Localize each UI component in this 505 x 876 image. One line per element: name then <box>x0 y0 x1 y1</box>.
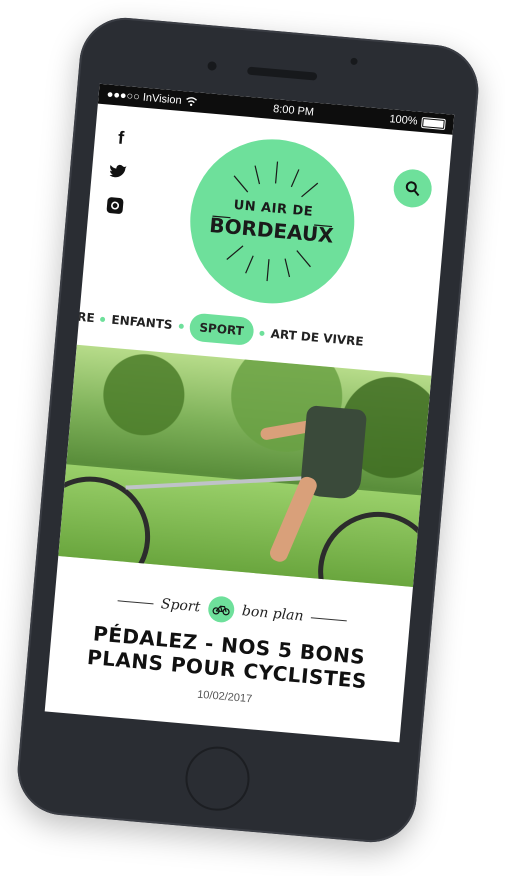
nav-item-sport[interactable]: SPORT <box>188 312 255 347</box>
stage: ●●●○○ InVision 8:00 PM 100% f UN AIR DE … <box>0 0 505 876</box>
nav-item-art-de-vivre[interactable]: ART DE VIVRE <box>270 327 364 349</box>
tag-divider-left <box>117 599 154 604</box>
wifi-icon <box>186 97 198 107</box>
home-button[interactable] <box>182 744 253 814</box>
tag-divider-right <box>311 616 348 621</box>
status-right: 100% <box>389 113 446 130</box>
bike-icon <box>206 595 236 624</box>
search-icon <box>405 181 420 197</box>
search-button[interactable] <box>392 167 434 210</box>
hero-image[interactable] <box>58 344 432 587</box>
nav-separator <box>178 323 184 329</box>
status-time: 8:00 PM <box>272 102 315 119</box>
phone-speaker <box>246 66 318 81</box>
carrier-label: ●●●○○ InVision <box>106 88 183 107</box>
nav-separator <box>100 316 106 322</box>
phone-sensor <box>207 61 217 71</box>
twitter-icon[interactable] <box>107 161 129 183</box>
site-logo[interactable]: UN AIR DE BORDEAUX <box>183 132 362 311</box>
screen: ●●●○○ InVision 8:00 PM 100% f UN AIR DE … <box>44 83 455 743</box>
status-left: ●●●○○ InVision <box>106 88 198 108</box>
facebook-icon[interactable]: f <box>110 127 132 149</box>
nav-item-re[interactable]: RE <box>77 310 96 325</box>
hero-trees <box>67 344 432 486</box>
battery-icon <box>421 116 446 130</box>
nav-item-enfants[interactable]: ENFANTS <box>111 313 173 332</box>
instagram-icon[interactable] <box>104 195 126 217</box>
tag-sport[interactable]: Sport <box>160 596 201 615</box>
phone-device: ●●●○○ InVision 8:00 PM 100% f UN AIR DE … <box>13 14 483 846</box>
nav-separator <box>259 330 265 336</box>
tag-bon-plan[interactable]: bon plan <box>241 603 304 624</box>
phone-camera <box>350 57 358 66</box>
social-links: f <box>104 127 132 216</box>
battery-label: 100% <box>388 113 419 128</box>
status-bar: ●●●○○ InVision 8:00 PM 100% <box>97 83 455 135</box>
